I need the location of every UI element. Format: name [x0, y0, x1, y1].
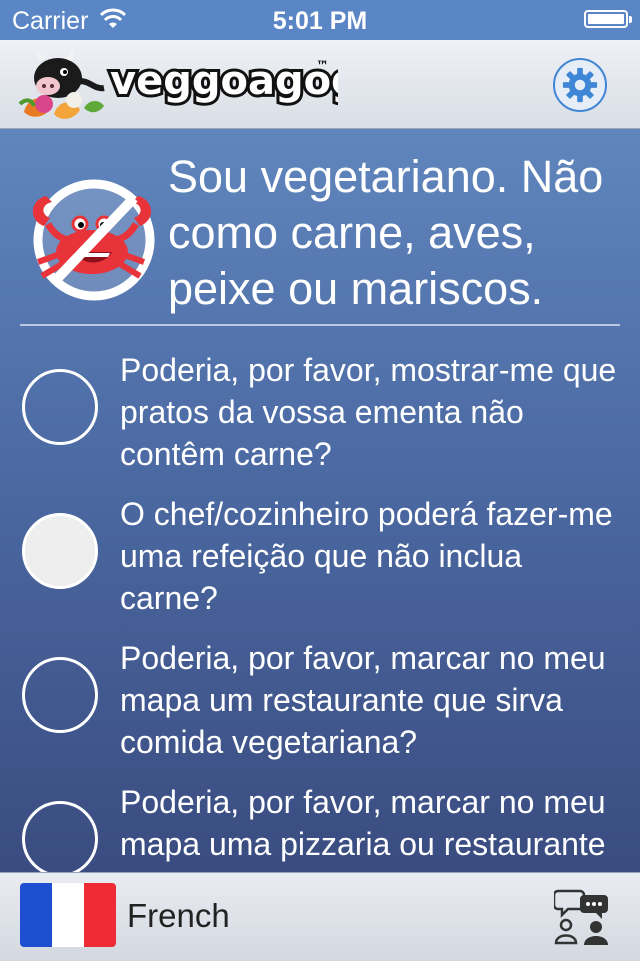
list-item-question-1[interactable]: Poderia, por favor, mostrar-me que prato… [0, 345, 640, 485]
radio-button-selected[interactable] [22, 513, 98, 589]
question-text: Poderia, por favor, mostrar-me que prato… [120, 352, 617, 472]
divider [20, 324, 620, 326]
radio-button[interactable] [22, 657, 98, 733]
list-item-question-4[interactable]: Poderia, por favor, marcar no meu mapa u… [0, 777, 640, 872]
question-text: O chef/cozinheiro poderá fazer-me uma re… [120, 496, 613, 616]
radio-button[interactable] [22, 801, 98, 872]
status-bar: Carrier 5:01 PM [0, 0, 640, 40]
settings-button[interactable] [553, 58, 607, 112]
flag-stripe-white [52, 883, 84, 947]
language-bar: French [0, 872, 640, 961]
flag-stripe-blue [20, 883, 52, 947]
nav-bar: veggoagogo ™ [0, 40, 640, 129]
battery-icon [584, 10, 632, 28]
no-seafood-crab-icon [32, 179, 155, 301]
radio-button[interactable] [22, 369, 98, 445]
flag-stripe-red [84, 883, 116, 947]
question-text: Poderia, por favor, marcar no meu mapa u… [120, 784, 606, 872]
statement-text: Sou vegetariano. Não como carne, aves, p… [168, 151, 604, 314]
list-item-question-2[interactable]: O chef/cozinheiro poderá fazer-me uma re… [0, 489, 640, 629]
question-text: Poderia, por favor, marcar no meu mapa u… [120, 640, 606, 760]
phrase-list: Sou vegetariano. Não como carne, aves, p… [0, 129, 640, 872]
logo-wordmark: veggoagogo [110, 58, 338, 104]
battery-fill [588, 14, 624, 24]
language-label[interactable]: French [127, 897, 230, 935]
list-item-question-3[interactable]: Poderia, por favor, marcar no meu mapa u… [0, 633, 640, 773]
conversation-people-icon[interactable] [554, 887, 610, 945]
clock: 5:01 PM [272, 7, 368, 35]
gear-icon [562, 67, 598, 103]
logo-trademark: ™ [316, 59, 329, 74]
french-flag-icon[interactable] [20, 883, 116, 947]
veggoagogo-logo: veggoagogo ™ [18, 50, 338, 119]
